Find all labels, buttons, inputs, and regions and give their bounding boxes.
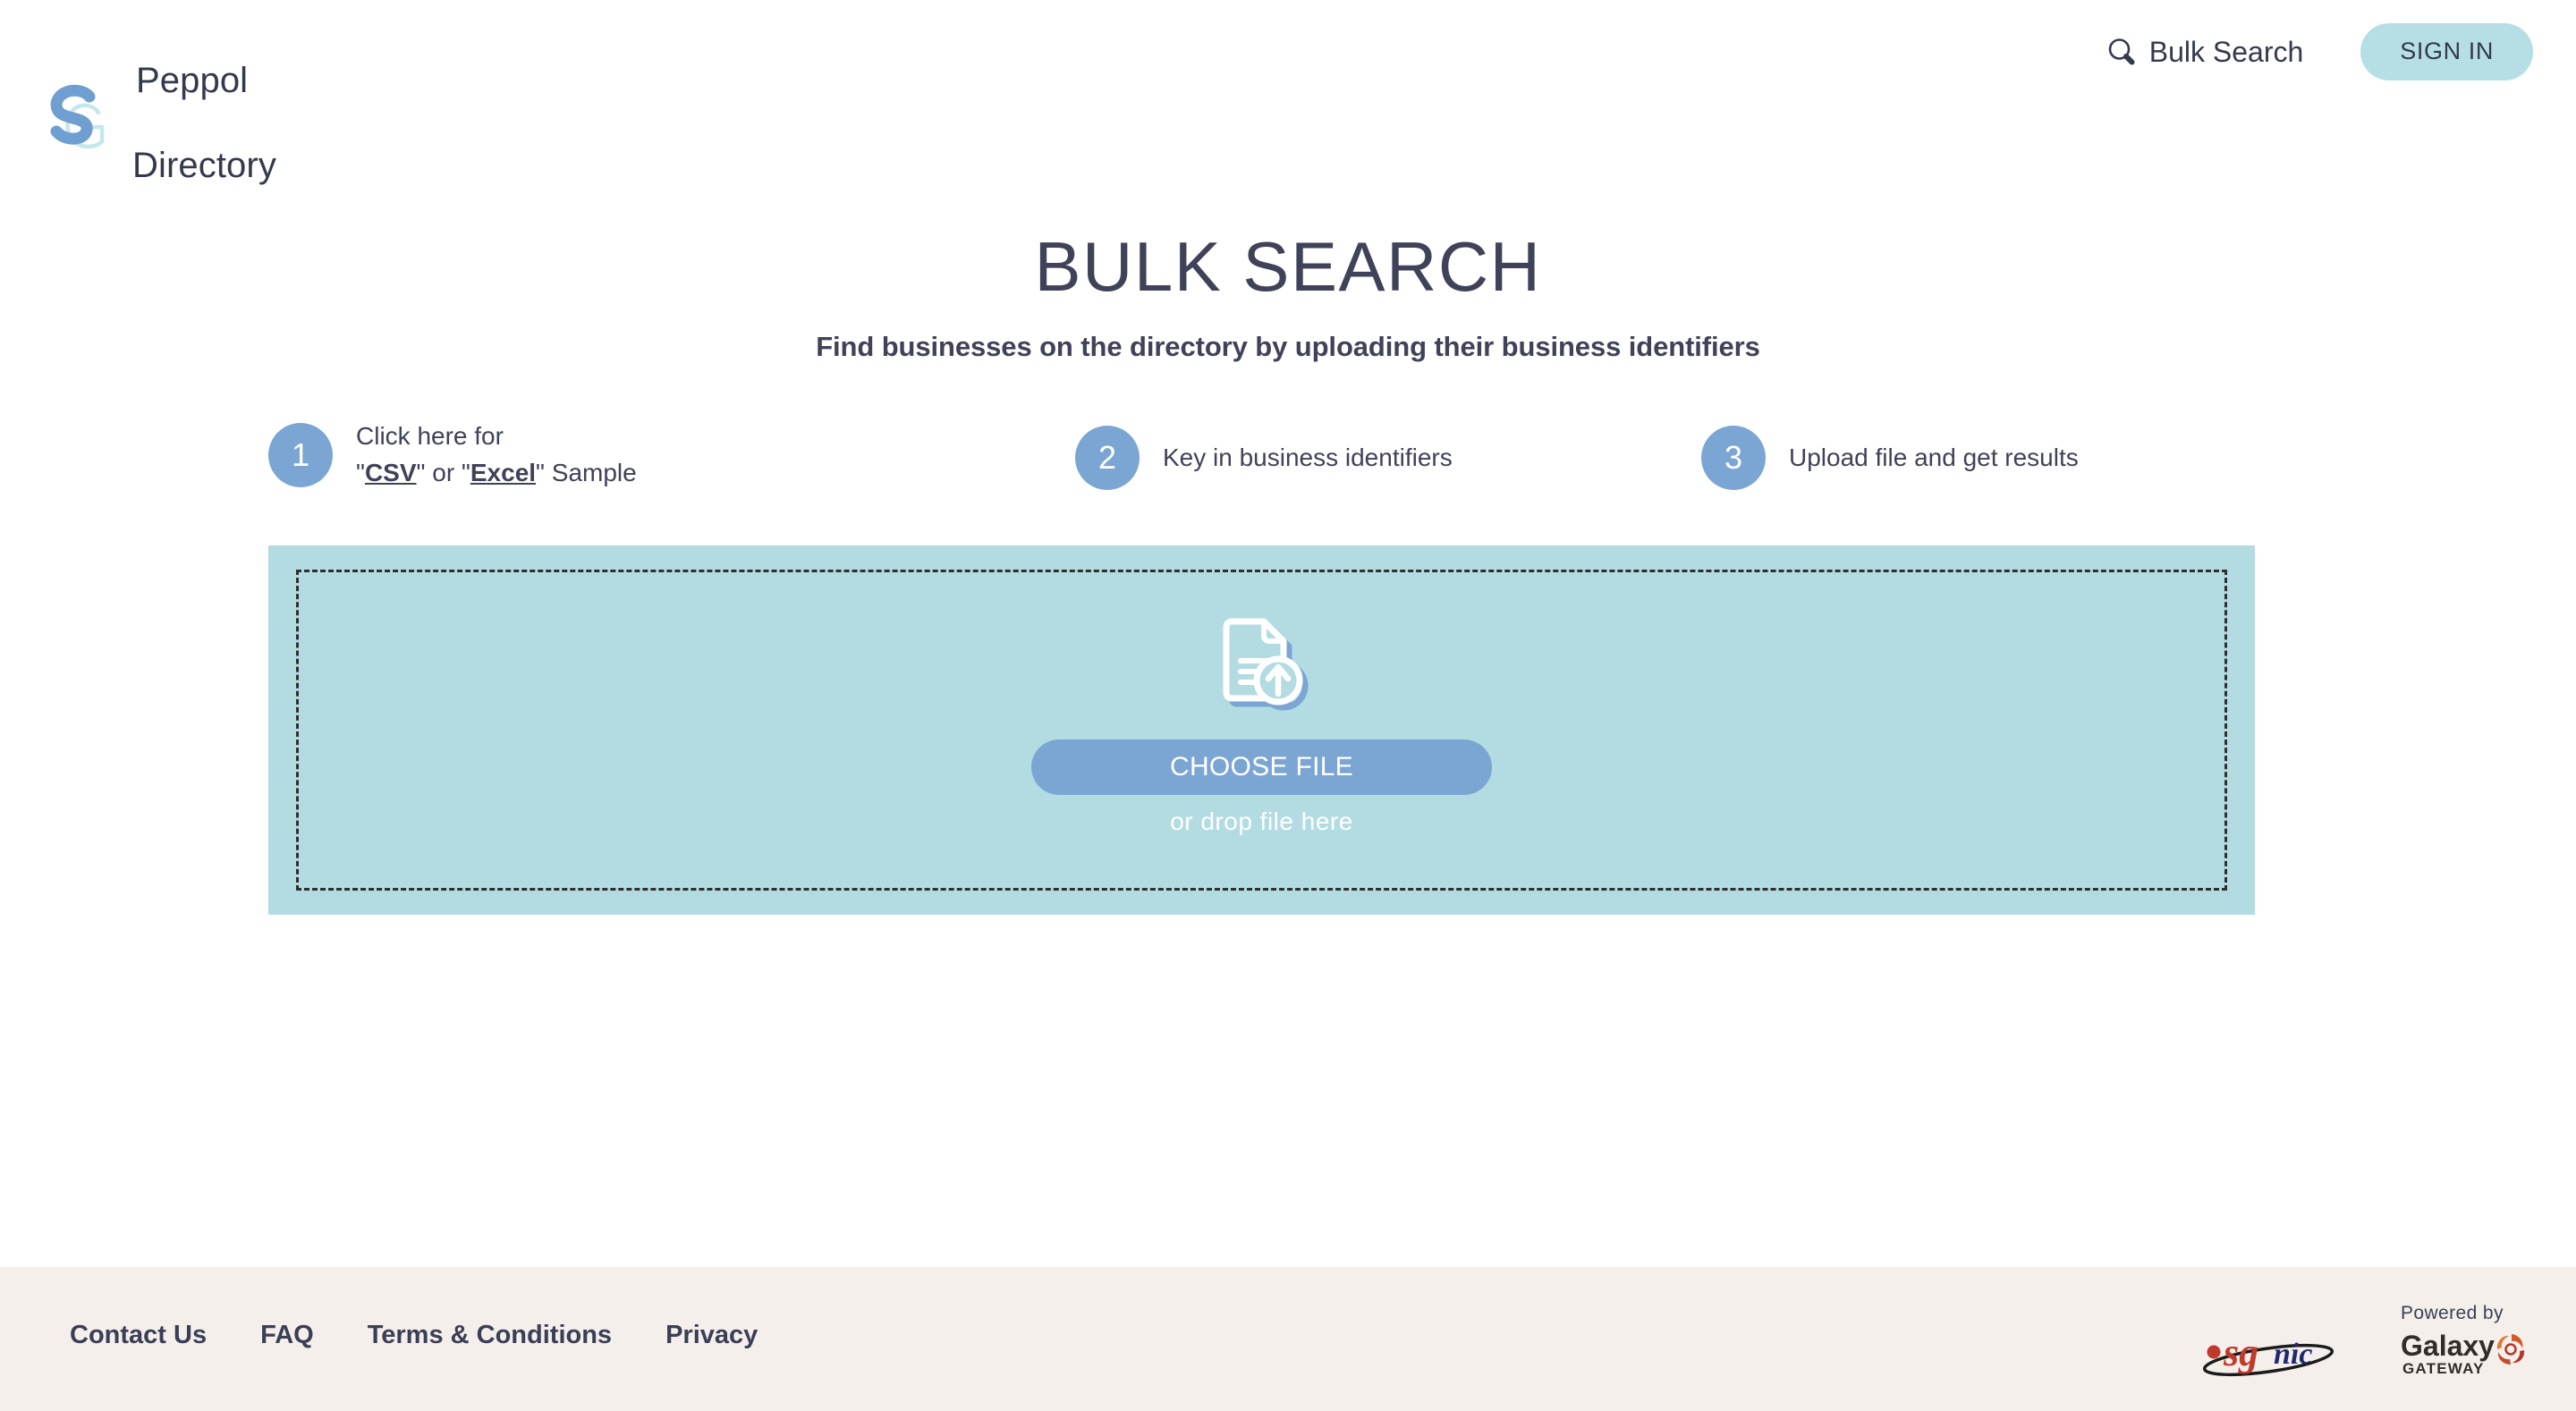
file-dropzone-inner[interactable]: CHOOSE FILE or drop file here [296, 570, 2227, 891]
svg-text:nic: nic [2274, 1338, 2312, 1371]
step-number-badge: 3 [1701, 426, 1766, 490]
step-2-line-1: Key in business identifiers [1163, 443, 1453, 471]
bulk-search-label: Bulk Search [2148, 35, 2304, 68]
bulk-search-nav-link[interactable]: Bulk Search [2106, 35, 2304, 69]
logo-line-1: Peppol [136, 61, 249, 101]
step-description: Click here for "CSV" or "Excel" Sample [356, 418, 637, 491]
drop-file-hint: or drop file here [1170, 807, 1353, 835]
main-content: BULK SEARCH Find businesses on the direc… [0, 139, 2576, 1267]
step-number-badge: 1 [268, 422, 333, 487]
galaxy-gateway-block: Powered by Galaxy GATEWAY [2401, 1303, 2533, 1379]
site-header: Peppol Directory Bulk Search SIGN IN [0, 0, 2576, 185]
page-subtitle: Find businesses on the directory by uplo… [816, 331, 1760, 362]
csv-sample-link[interactable]: CSV [365, 459, 417, 486]
step-description: Upload file and get results [1789, 440, 2079, 477]
sgnic-logo-icon: sg nic [2199, 1303, 2360, 1381]
search-icon [2106, 37, 2137, 67]
quote-close: " Sample [536, 458, 637, 486]
svg-text:GATEWAY: GATEWAY [2402, 1360, 2485, 1377]
step-1-line-1: Click here for [356, 422, 504, 450]
step-number-badge: 2 [1075, 426, 1140, 490]
page-title: BULK SEARCH [1034, 227, 1542, 306]
footer-link-privacy[interactable]: Privacy [665, 1321, 758, 1350]
step-1-line-2: "CSV" or "Excel" Sample [356, 455, 637, 492]
footer-logos: sg nic Powered by Galaxy GATEWAY [2199, 1303, 2533, 1381]
step-3-line-1: Upload file and get results [1789, 443, 2079, 471]
footer-link-faq[interactable]: FAQ [260, 1321, 314, 1350]
powered-by-label: Powered by [2401, 1303, 2504, 1323]
step-item-1: 1 Click here for "CSV" or "Excel" Sample [268, 418, 637, 491]
quote-mid: " or " [416, 458, 470, 486]
galaxy-gateway-logo-icon: Galaxy GATEWAY [2401, 1327, 2533, 1379]
svg-text:sg: sg [2223, 1331, 2258, 1374]
quote-open: " [356, 458, 365, 486]
step-description: Key in business identifiers [1163, 440, 1453, 477]
step-item-3: 3 Upload file and get results [1701, 426, 2079, 490]
choose-file-button[interactable]: CHOOSE FILE [1031, 739, 1492, 795]
file-dropzone[interactable]: CHOOSE FILE or drop file here [268, 545, 2255, 915]
svg-text:Galaxy: Galaxy [2401, 1330, 2495, 1362]
excel-sample-link[interactable]: Excel [470, 459, 536, 486]
site-footer: Contact Us FAQ Terms & Conditions Privac… [0, 1267, 2576, 1411]
footer-link-terms-and-conditions[interactable]: Terms & Conditions [368, 1321, 612, 1350]
footer-link-contact-us[interactable]: Contact Us [70, 1321, 207, 1350]
header-actions: Bulk Search SIGN IN [2106, 23, 2533, 80]
footer-link-list: Contact Us FAQ Terms & Conditions Privac… [70, 1321, 758, 1350]
file-upload-icon [1208, 618, 1316, 716]
step-item-2: 2 Key in business identifiers [1075, 426, 1453, 490]
sign-in-button[interactable]: SIGN IN [2360, 23, 2533, 80]
steps-list: 1 Click here for "CSV" or "Excel" Sample… [268, 418, 2308, 508]
